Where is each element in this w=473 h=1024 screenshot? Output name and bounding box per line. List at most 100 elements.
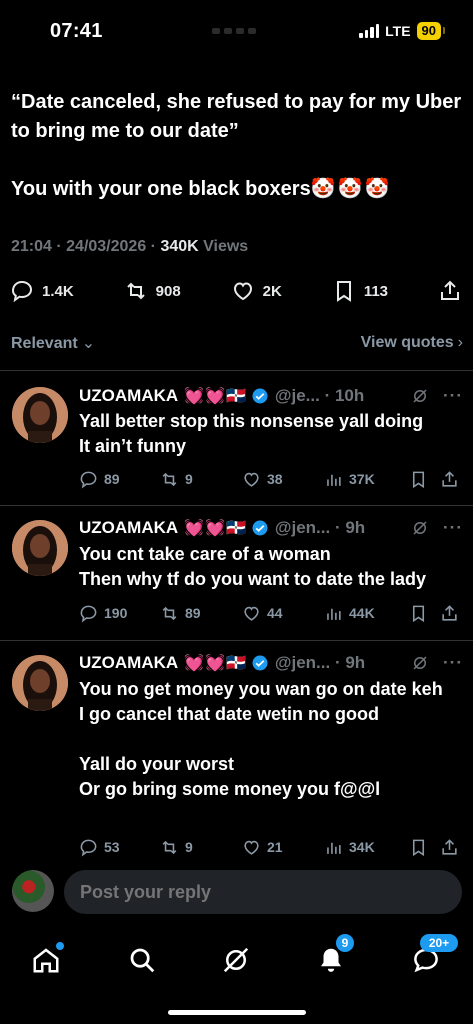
share-icon [442, 604, 457, 621]
reply-repost-button[interactable]: 9 [160, 838, 242, 857]
reply-author-handle[interactable]: @jen... · 9h [275, 518, 365, 538]
like-button[interactable]: 2K [231, 279, 282, 303]
reply-repost-button[interactable]: 89 [160, 604, 242, 623]
bookmark-button[interactable]: 113 [332, 279, 388, 303]
more-options-icon[interactable]: ··· [443, 386, 463, 406]
reply-author-handle[interactable]: @je... · 10h [275, 386, 364, 406]
reply-repost-button[interactable]: 9 [160, 470, 242, 489]
reply-like-count: 21 [267, 839, 283, 855]
reply-button[interactable]: 1.4K [10, 279, 74, 303]
avatar[interactable] [12, 387, 68, 443]
status-indicators: LTE 90 [359, 22, 446, 40]
share-icon [442, 838, 457, 855]
reply-icon [80, 605, 97, 622]
nav-grok[interactable] [212, 936, 260, 984]
view-quotes-link[interactable]: View quotes › [361, 334, 463, 352]
reply-author-name[interactable]: UZOAMAKA [79, 653, 178, 673]
grok-icon[interactable] [411, 654, 429, 672]
views-icon [327, 608, 341, 620]
bookmark-icon [412, 839, 425, 856]
bookmark-icon [336, 281, 351, 302]
avatar[interactable] [12, 520, 68, 576]
sort-label: Relevant [11, 335, 78, 352]
tweet-action-row: 1.4K 908 2K 113 [10, 276, 462, 306]
reply-reply-button[interactable]: 89 [79, 470, 160, 489]
reply-author-handle[interactable]: @jen... · 9h [275, 653, 365, 673]
nav-notifications[interactable]: 9 [307, 934, 355, 984]
nav-search[interactable] [118, 936, 166, 984]
reply-repost-count: 9 [185, 471, 193, 487]
reply-count: 1.4K [42, 282, 74, 300]
tweet-meta: 21:04 · 24/03/2026 · 340K Views [11, 238, 248, 256]
reply-bookmark-button[interactable] [409, 604, 439, 623]
tweet-views-label: Views [198, 238, 249, 255]
messages-badge: 20+ [420, 934, 458, 952]
divider [0, 370, 473, 371]
reply-views-count: 37K [349, 471, 375, 487]
repost-count: 908 [155, 282, 181, 300]
divider [0, 640, 473, 641]
reply-item[interactable]: UZOAMAKA 💓💓🇩🇴 @jen... · 9h ··· You no ge… [0, 651, 473, 861]
reply-reply-button[interactable]: 53 [79, 838, 160, 857]
reply-action-row: 53 9 21 34K [79, 836, 459, 858]
reply-views-button[interactable]: 37K [324, 470, 409, 489]
reply-icon [11, 280, 33, 303]
reply-text: You cnt take care of a woman Then why tf… [79, 544, 427, 589]
reply-share-button[interactable] [440, 604, 459, 623]
heart-icon [233, 282, 252, 301]
reply-sort-row: Relevant ⌄ View quotes › [11, 330, 463, 356]
reply-author-name[interactable]: UZOAMAKA [79, 518, 178, 538]
tweet-views-count[interactable]: 340K [160, 238, 198, 255]
grok-icon[interactable] [411, 387, 429, 405]
reply-item[interactable]: UZOAMAKA 💓💓🇩🇴 @je... · 10h ··· Yall bett… [0, 384, 473, 504]
reply-reply-count: 53 [104, 839, 120, 855]
reply-reply-count: 190 [104, 605, 128, 621]
chevron-right-icon: › [457, 334, 463, 351]
signal-icon [359, 24, 380, 38]
reply-share-button[interactable] [440, 470, 459, 489]
main-tweet: “Date canceled, she refused to pay for m… [11, 88, 463, 204]
status-time: 07:41 [50, 20, 103, 42]
share-button[interactable] [438, 279, 462, 303]
grok-icon [223, 947, 249, 973]
status-bar: 07:41 LTE 90 [0, 0, 473, 62]
views-icon [327, 474, 341, 486]
more-options-icon[interactable]: ··· [443, 653, 463, 673]
reply-views-button[interactable]: 34K [324, 838, 409, 857]
heart-icon [244, 840, 259, 855]
reply-like-button[interactable]: 38 [242, 470, 324, 489]
nav-messages[interactable]: 20+ [402, 934, 458, 984]
reply-text: Yall better stop this nonsense yall doin… [79, 411, 424, 456]
reply-action-row: 190 89 44 44K [79, 602, 459, 624]
repost-icon [126, 282, 145, 300]
reply-views-count: 34K [349, 839, 375, 855]
heart-icon [244, 606, 259, 621]
reply-bookmark-button[interactable] [409, 470, 439, 489]
home-indicator[interactable] [168, 1010, 306, 1015]
reply-input[interactable] [64, 870, 462, 914]
reply-bookmark-button[interactable] [409, 838, 439, 857]
more-options-icon[interactable]: ··· [443, 518, 463, 538]
share-icon [440, 280, 459, 300]
reply-like-button[interactable]: 44 [242, 604, 324, 623]
reply-reply-button[interactable]: 190 [79, 604, 160, 623]
like-count: 2K [262, 282, 282, 300]
reply-author-name[interactable]: UZOAMAKA [79, 386, 178, 406]
repost-button[interactable]: 908 [124, 279, 181, 303]
tweet-emojis: 🤡🤡🤡 [310, 178, 392, 200]
grok-icon[interactable] [411, 519, 429, 537]
verified-badge-icon [252, 388, 268, 404]
home-icon [33, 948, 59, 973]
repost-icon [162, 472, 177, 486]
tweet-timestamp: 21:04 · 24/03/2026 · [11, 238, 161, 255]
sort-dropdown[interactable]: Relevant ⌄ [11, 333, 95, 353]
share-icon [442, 470, 457, 487]
reply-item[interactable]: UZOAMAKA 💓💓🇩🇴 @jen... · 9h ··· You cnt t… [0, 516, 473, 640]
current-user-avatar[interactable] [12, 870, 54, 912]
reply-header: UZOAMAKA 💓💓🇩🇴 @jen... · 9h ··· [79, 651, 463, 675]
nav-home[interactable] [22, 936, 70, 984]
reply-like-button[interactable]: 21 [242, 838, 324, 857]
reply-views-button[interactable]: 44K [324, 604, 409, 623]
avatar[interactable] [12, 655, 68, 711]
reply-share-button[interactable] [440, 838, 459, 857]
